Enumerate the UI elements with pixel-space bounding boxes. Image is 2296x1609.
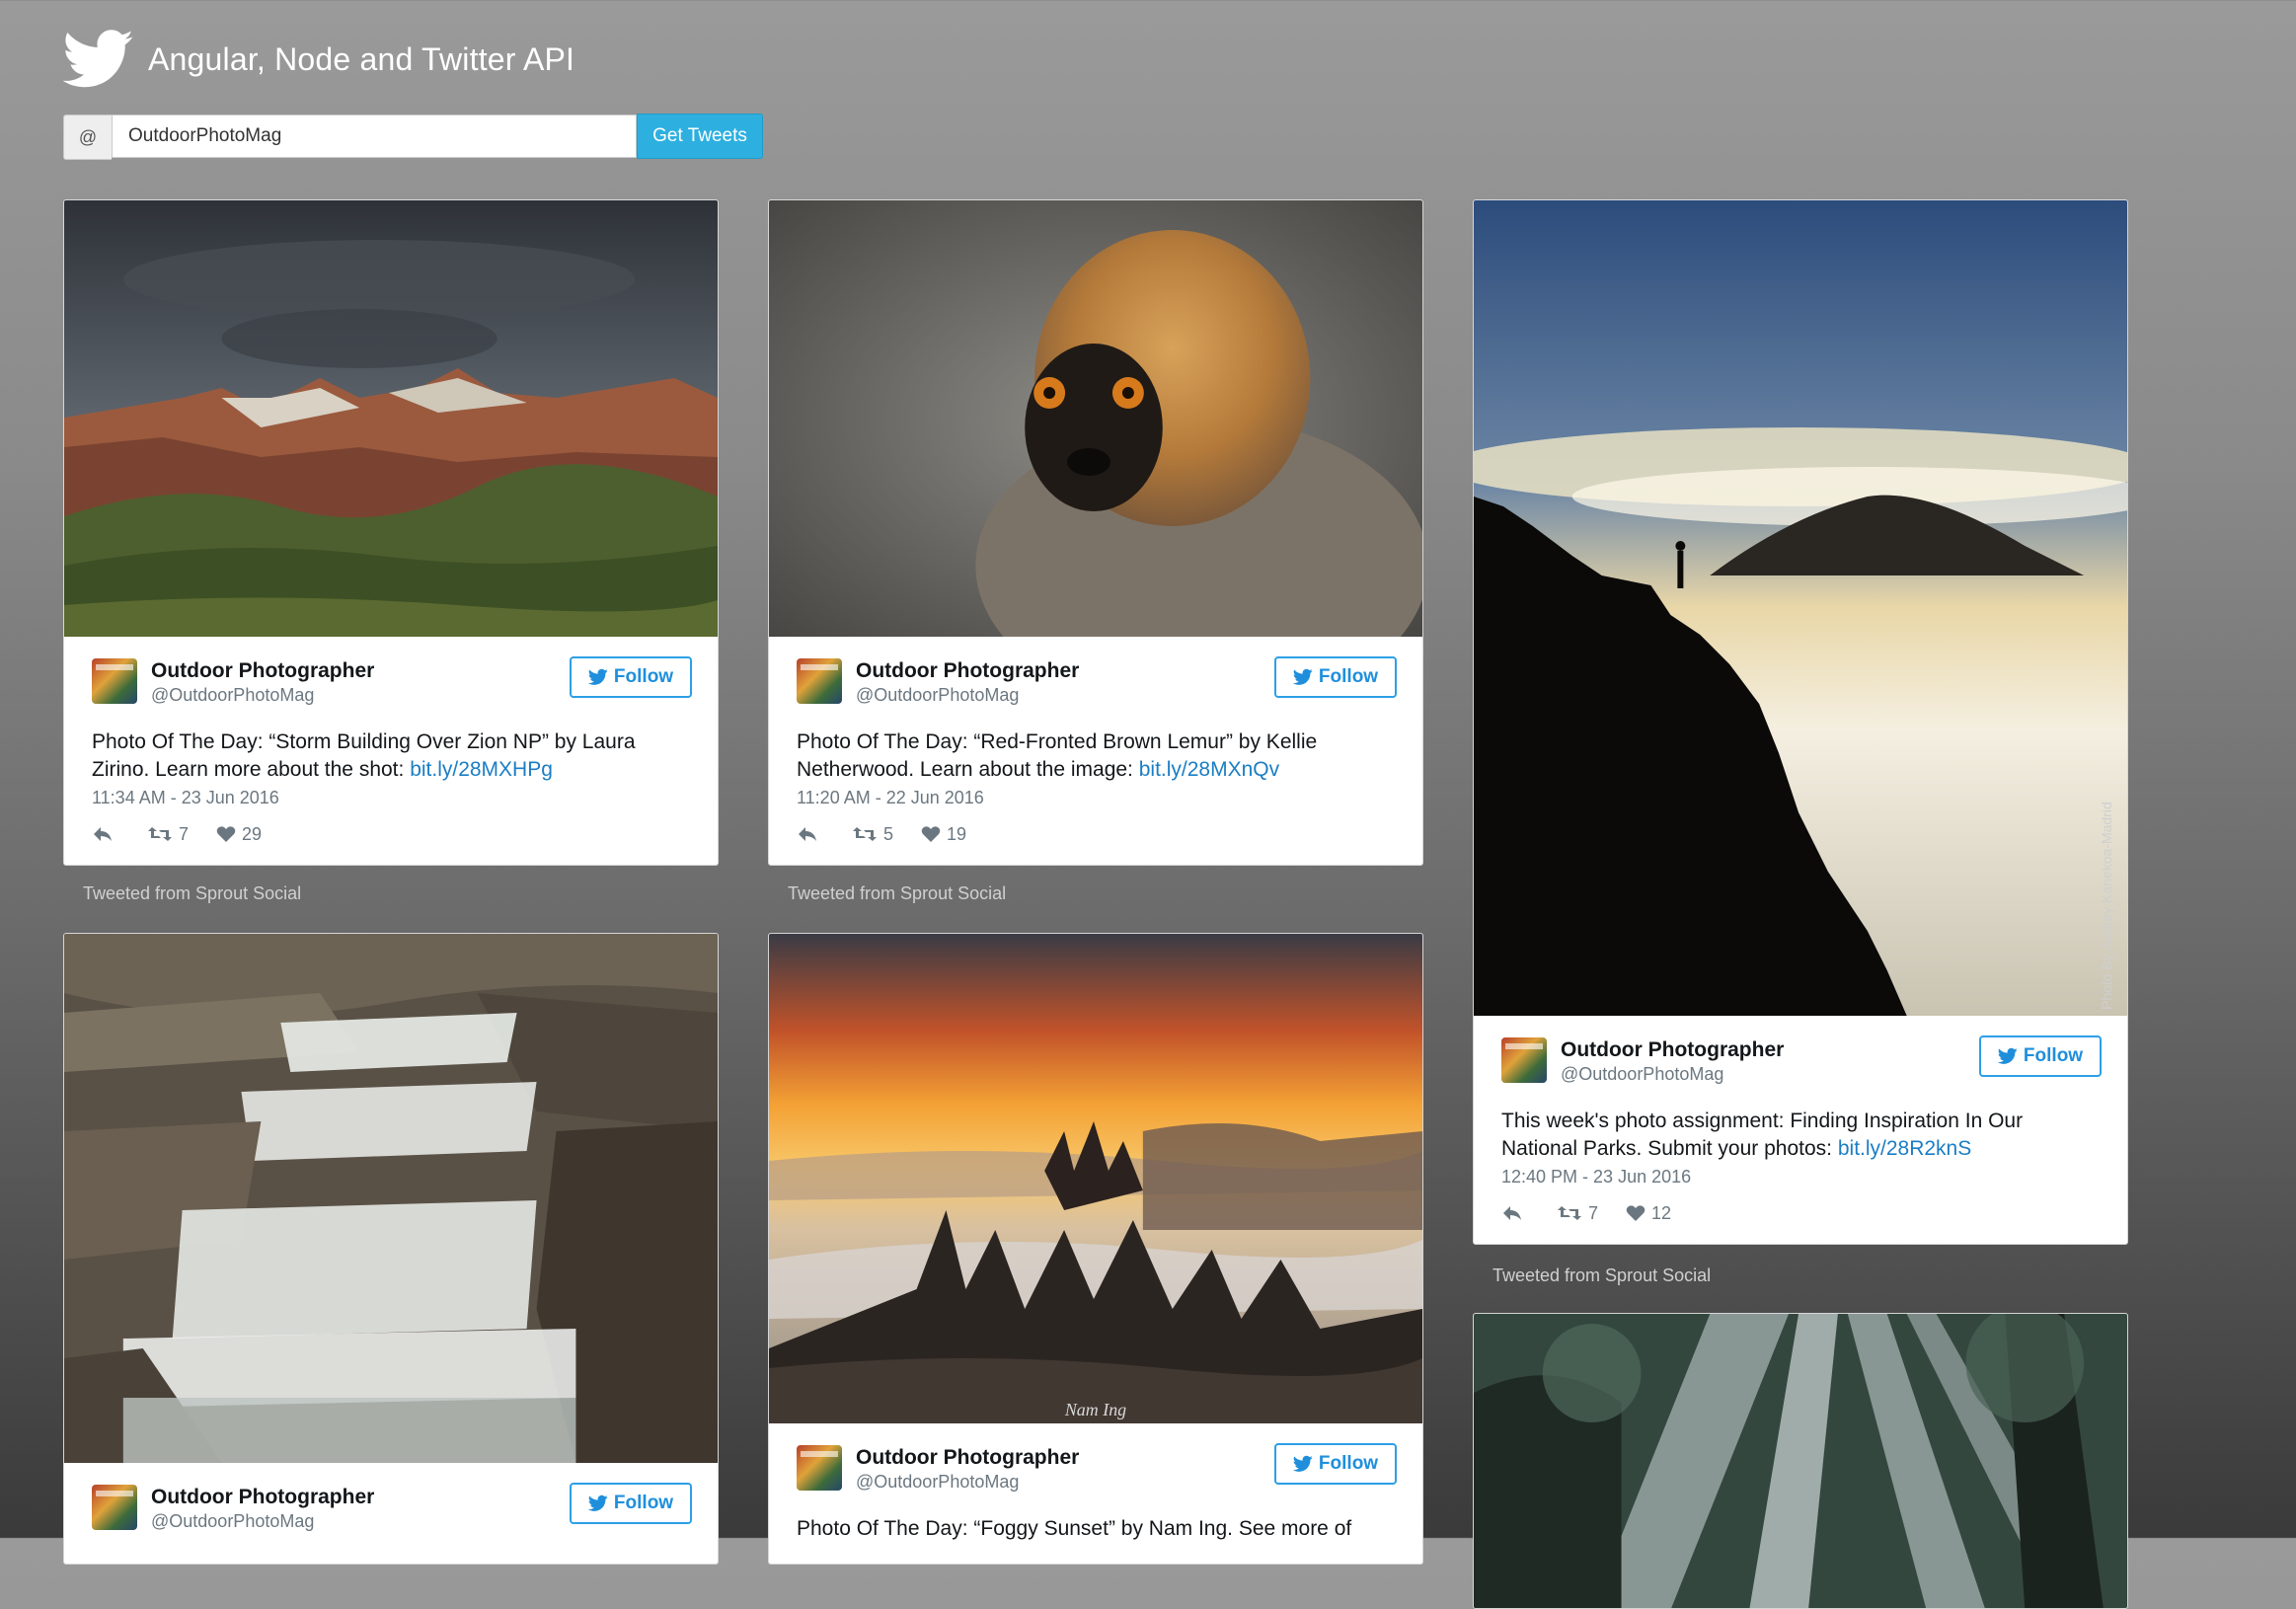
username-input[interactable] [112, 115, 637, 158]
tweet-card: Outdoor Photographer @OutdoorPhotoMag Fo… [63, 199, 719, 866]
at-prefix: @ [63, 115, 112, 160]
app-title: Angular, Node and Twitter API [148, 40, 575, 77]
tweet-photo[interactable] [64, 200, 718, 637]
follow-label: Follow [613, 1493, 674, 1513]
like-count: 12 [1651, 1202, 1672, 1223]
follow-button[interactable]: Follow [1274, 656, 1397, 698]
tweet-body: Outdoor Photographer @OutdoorPhotoMag Fo… [769, 1423, 1422, 1543]
tweet-card: Outdoor Photographer @OutdoorPhotoMag Fo… [768, 199, 1423, 866]
author-name[interactable]: Outdoor Photographer [1561, 1037, 1784, 1063]
tweet-photo[interactable] [769, 200, 1422, 637]
tweet-text: Photo Of The Day: “Red-Fronted Brown Lem… [797, 729, 1318, 781]
tweet-body: Outdoor Photographer @OutdoorPhotoMag Fo… [1474, 1016, 2127, 1244]
retweet-button[interactable]: 5 [852, 824, 893, 845]
reply-button[interactable] [1501, 1204, 1529, 1222]
tweet-text: This week's photo assignment: Finding In… [1501, 1109, 2024, 1160]
author-handle[interactable]: @OutdoorPhotoMag [856, 684, 1079, 707]
twitter-bird-icon [1292, 1455, 1313, 1472]
get-tweets-button[interactable]: Get Tweets [637, 114, 763, 159]
retweet-icon [148, 827, 172, 842]
twitter-bird-icon [587, 668, 608, 685]
avatar[interactable] [797, 658, 842, 704]
tweet-text: Photo Of The Day: “Storm Building Over Z… [92, 729, 636, 781]
avatar[interactable] [797, 1445, 842, 1491]
tweet-actions: 7 12 [1501, 1203, 2100, 1244]
twitter-bird-icon [587, 1494, 608, 1511]
tweet-photo[interactable]: Nam Ing [769, 934, 1422, 1423]
author-handle[interactable]: @OutdoorPhotoMag [151, 1510, 374, 1533]
twitter-bird-icon [63, 30, 133, 88]
retweet-button[interactable]: 7 [1557, 1203, 1598, 1224]
tweet-photo[interactable] [1474, 1314, 2127, 1609]
author-name[interactable]: Outdoor Photographer [856, 1445, 1079, 1471]
twitter-bird-icon [1292, 668, 1313, 685]
tweet-card [1473, 1313, 2128, 1609]
tweet-link[interactable]: bit.ly/28R2knS [1838, 1137, 1971, 1160]
follow-label: Follow [613, 666, 674, 687]
tweet-photo[interactable]: Photo By Audrey Kanekoa-Madrid [1474, 200, 2127, 1016]
photo-credit: Nam Ing [1064, 1400, 1126, 1419]
like-button[interactable]: 29 [216, 824, 262, 845]
twitter-bird-icon [1997, 1047, 2018, 1064]
tweet-photo[interactable] [64, 934, 718, 1463]
reply-button[interactable] [797, 825, 824, 843]
tweet-text: Photo Of The Day: “Foggy Sunset” by Nam … [797, 1516, 1352, 1540]
author-name[interactable]: Outdoor Photographer [856, 658, 1079, 684]
tweet-body: Outdoor Photographer @OutdoorPhotoMag Fo… [769, 637, 1422, 865]
retweet-count: 5 [883, 823, 894, 844]
author-name[interactable]: Outdoor Photographer [151, 658, 374, 684]
avatar[interactable] [92, 658, 137, 704]
retweet-count: 7 [1588, 1202, 1599, 1223]
follow-button[interactable]: Follow [1979, 1035, 2102, 1077]
tweet-source: Tweeted from Sprout Social [83, 883, 302, 903]
tweet-actions: 5 19 [797, 824, 1395, 865]
follow-label: Follow [1318, 1453, 1379, 1474]
tweet-card: Nam Ing Outdoor Photographer @OutdoorPho… [768, 933, 1423, 1565]
tweet-timestamp[interactable]: 11:34 AM - 23 Jun 2016 [92, 788, 690, 808]
author-name[interactable]: Outdoor Photographer [151, 1485, 374, 1510]
retweet-icon [853, 827, 877, 842]
retweet-button[interactable]: 7 [147, 824, 189, 845]
author-handle[interactable]: @OutdoorPhotoMag [856, 1471, 1079, 1494]
reply-icon [1503, 1206, 1521, 1221]
reply-button[interactable] [92, 825, 119, 843]
heart-icon [1626, 1205, 1645, 1222]
like-count: 29 [242, 823, 263, 844]
author-handle[interactable]: @OutdoorPhotoMag [151, 684, 374, 707]
tweet-body: Outdoor Photographer @OutdoorPhotoMag Fo… [64, 637, 718, 865]
photo-credit: Photo By Audrey Kanekoa-Madrid [2099, 802, 2114, 1010]
app-header: Angular, Node and Twitter API [63, 28, 574, 91]
tweet-link[interactable]: bit.ly/28MXHPg [410, 758, 553, 781]
tweet-card: Photo By Audrey Kanekoa-Madrid Outdoor P… [1473, 199, 2128, 1245]
tweet-source: Tweeted from Sprout Social [1492, 1265, 1712, 1285]
tweet-card: Outdoor Photographer @OutdoorPhotoMag Fo… [63, 933, 719, 1565]
follow-button[interactable]: Follow [1274, 1443, 1397, 1485]
retweet-icon [1558, 1206, 1581, 1221]
like-count: 19 [947, 823, 967, 844]
avatar[interactable] [92, 1485, 137, 1530]
search-bar: @ Get Tweets [63, 114, 763, 160]
like-button[interactable]: 12 [1626, 1203, 1671, 1224]
follow-label: Follow [2023, 1045, 2084, 1066]
like-button[interactable]: 19 [921, 824, 966, 845]
author-handle[interactable]: @OutdoorPhotoMag [1561, 1063, 1784, 1086]
tweet-timestamp[interactable]: 12:40 PM - 23 Jun 2016 [1501, 1167, 2100, 1188]
heart-icon [216, 826, 236, 843]
follow-button[interactable]: Follow [570, 656, 692, 698]
reply-icon [799, 827, 816, 842]
reply-icon [94, 827, 112, 842]
heart-icon [921, 826, 941, 843]
follow-button[interactable]: Follow [570, 1483, 692, 1524]
follow-label: Follow [1318, 666, 1379, 687]
tweet-timestamp[interactable]: 11:20 AM - 22 Jun 2016 [797, 788, 1395, 808]
tweet-body: Outdoor Photographer @OutdoorPhotoMag Fo… [64, 1463, 718, 1533]
avatar[interactable] [1501, 1037, 1547, 1083]
tweet-source: Tweeted from Sprout Social [788, 883, 1007, 903]
tweet-actions: 7 29 [92, 824, 690, 865]
tweet-link[interactable]: bit.ly/28MXnQv [1139, 758, 1279, 781]
retweet-count: 7 [179, 823, 190, 844]
